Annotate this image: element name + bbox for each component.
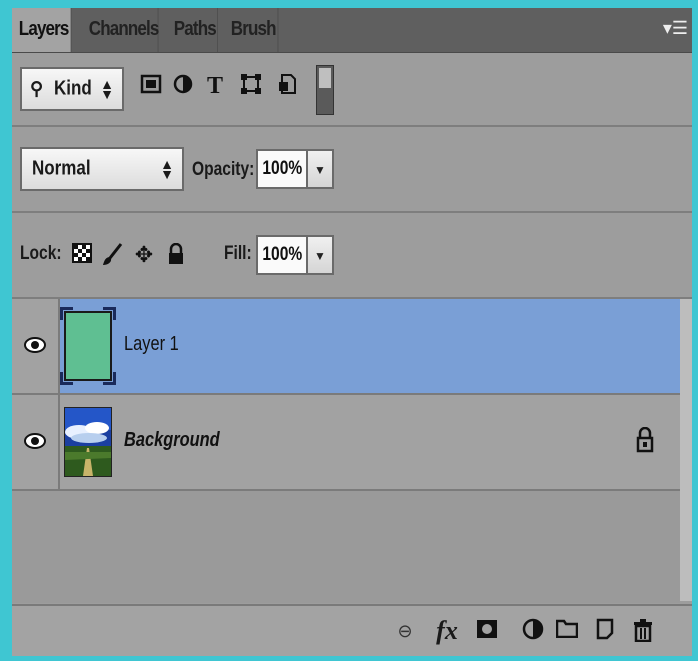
new-layer-icon[interactable] [592, 618, 618, 644]
opacity-label: Opacity: [192, 159, 255, 180]
shape-filter-icon[interactable] [238, 73, 264, 99]
blend-row: Normal ▲ ▼ Opacity: 100% ▼ [12, 127, 692, 213]
eye-icon[interactable] [24, 432, 46, 450]
pixel-filter-icon[interactable] [138, 73, 164, 99]
lock-image-icon[interactable] [100, 243, 124, 267]
filter-toggle-icon[interactable] [316, 65, 334, 115]
select-arrows-icon: ▲ ▼ [160, 156, 174, 182]
fill-dropdown-button[interactable]: ▼ [308, 235, 334, 275]
filter-kind-select[interactable]: ⚲ Kind ▲ ▼ [20, 67, 124, 111]
filter-kind-label: Kind [54, 77, 92, 100]
visibility-toggle[interactable] [12, 299, 60, 393]
opacity-input[interactable]: 100% [256, 149, 308, 189]
fill-label: Fill: [224, 243, 252, 264]
eye-icon[interactable] [24, 336, 46, 354]
layers-empty-area[interactable] [12, 491, 680, 603]
fx-icon[interactable]: fx [434, 618, 460, 644]
lock-label: Lock: [20, 243, 62, 264]
layer-row-background[interactable]: Background [12, 395, 680, 491]
tab-bar: Layers Channels Paths Brush ▾☰ [12, 8, 692, 53]
blend-mode-value: Normal [32, 157, 91, 180]
search-icon: ⚲ [30, 78, 44, 99]
smart-object-filter-icon[interactable] [274, 73, 300, 99]
adjustment-filter-icon[interactable] [170, 73, 196, 99]
layer-mask-icon[interactable] [474, 618, 500, 644]
layer-thumbnail[interactable] [60, 307, 116, 385]
blend-mode-select[interactable]: Normal ▲ ▼ [20, 147, 184, 191]
layers-panel: Layers Channels Paths Brush ▾☰ ⚲ Kind ▲ ▼… [12, 8, 692, 656]
filter-row: ⚲ Kind ▲ ▼ T [12, 53, 692, 127]
tab-channels[interactable]: Channels [82, 8, 159, 52]
link-layers-icon[interactable]: ⊖ [392, 618, 418, 644]
layer-row-layer-1[interactable]: Layer 1 [12, 299, 680, 395]
tab-paths[interactable]: Paths [167, 8, 218, 52]
lock-transparent-icon[interactable] [70, 243, 94, 267]
layer-name[interactable]: Layer 1 [124, 333, 179, 356]
fill-input[interactable]: 100% [256, 235, 308, 275]
tab-layers[interactable]: Layers [12, 8, 72, 52]
fill-value: 100% [262, 244, 303, 265]
layers-scrollbar[interactable] [680, 299, 692, 601]
select-arrows-icon: ▲ ▼ [100, 76, 114, 102]
background-thumbnail[interactable] [64, 407, 112, 477]
lock-row: Lock: ✥ Fill: 100% ▼ [12, 213, 692, 299]
type-filter-icon[interactable]: T [202, 73, 228, 99]
trash-icon[interactable] [630, 618, 656, 644]
bottom-toolbar: ⊖ fx [12, 604, 692, 656]
opacity-value: 100% [262, 158, 303, 179]
layer-name[interactable]: Background [124, 429, 220, 452]
new-group-icon[interactable] [554, 618, 580, 644]
opacity-dropdown-button[interactable]: ▼ [308, 149, 334, 189]
layer-lock-icon [636, 426, 654, 460]
visibility-toggle[interactable] [12, 395, 60, 489]
lock-position-icon[interactable]: ✥ [132, 243, 156, 267]
tab-brush[interactable]: Brush [224, 8, 279, 52]
panel-menu-icon[interactable]: ▾☰ [663, 18, 688, 39]
lock-all-icon[interactable] [164, 242, 188, 267]
adjustment-layer-icon[interactable] [520, 618, 546, 644]
